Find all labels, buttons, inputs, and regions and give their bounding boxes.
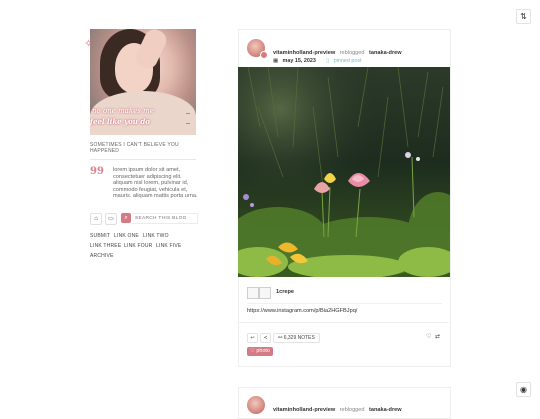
notes-count: 6,329 NOTES [283,335,315,341]
caption-divider [247,303,442,304]
overlay-text-2: feel like you do [90,117,150,126]
source-username-2[interactable]: tanaka-drew [369,407,402,413]
shuffle-icon: ⇅ [520,12,527,21]
home-button[interactable]: ⌂ [90,213,102,225]
reblogged-label-2: reblogged [339,407,365,413]
post-photo[interactable] [238,67,450,277]
nav-link-three[interactable]: LINK THREE [90,243,121,249]
source-username[interactable]: tanaka-drew [369,50,402,56]
sidebar-image: no one makes me feel like you do [90,29,196,135]
sparkle-icon: ✧ [84,38,94,50]
nav-link-archive[interactable]: ARCHIVE [90,253,114,259]
pinned-label: pinned post [333,58,362,64]
notes-icon: ⚯ [278,335,283,341]
search-icon: ⌕ [124,215,128,221]
palette-icon: ◉ [520,385,527,394]
search-button[interactable]: ⌕ [121,213,131,223]
nav-link-submit[interactable]: SUBMIT [90,233,110,239]
avatar-badge [260,51,268,59]
scribble-mark [186,113,190,124]
reply-icon: ↩ [250,335,255,341]
search-input[interactable] [132,213,198,224]
reply-button[interactable]: ↩ [247,333,258,343]
flower-illustration [238,67,450,277]
nav-link-one[interactable]: LINK ONE [114,233,139,239]
shuffle-button[interactable]: ⇅ [516,9,531,24]
blog-description: SOMETIMES I CAN'T BELIEVE YOU HAPPENED [90,142,179,154]
theme-button[interactable]: ◉ [516,382,531,397]
tag-photo[interactable]: ♡ photo [247,347,273,356]
caption-avatar-1[interactable] [247,287,259,299]
post-header-2: vitaminholland-preview reblogged tanaka-… [273,398,402,416]
caption-avatar-2[interactable] [259,287,271,299]
quote-text: lorem ipsum dolor sit amet, consectetuer… [113,167,198,200]
heart-icon: ♡ [250,348,255,354]
source-link[interactable]: https://www.instagram.com/p/Bia2HGFBJpq/ [247,308,357,314]
post-username-2[interactable]: vitaminholland-preview [273,407,335,413]
like-icon[interactable]: ♡ [426,333,431,340]
share-icon: ≺ [263,335,268,341]
home-icon: ⌂ [94,216,98,222]
nav-link-four[interactable]: LINK FOUR [124,243,152,249]
message-icon: ▭ [108,216,114,222]
overlay-text-1: no one makes me [92,107,154,115]
reblog-icon[interactable]: ⇄ [435,333,440,340]
avatar-2[interactable] [247,396,265,414]
nav-link-two[interactable]: LINK TWO [143,233,169,239]
post-meta: ▦ may 15, 2023 ▯ pinned post [273,49,362,67]
share-button[interactable]: ≺ [260,333,271,343]
nav-link-five[interactable]: LINK FIVE [156,243,181,249]
caption-username[interactable]: 1crepe [276,289,294,295]
divider [90,159,196,160]
notes-button[interactable]: ⚯ 6,329 NOTES [273,333,320,343]
tag-label: photo [256,348,270,354]
message-button[interactable]: ▭ [105,213,117,225]
calendar-icon: ▦ [273,58,279,64]
quote-icon: 99 [90,166,104,177]
post-date[interactable]: may 15, 2023 [283,58,316,64]
footer-divider [239,322,449,323]
pin-icon: ▯ [326,58,330,64]
